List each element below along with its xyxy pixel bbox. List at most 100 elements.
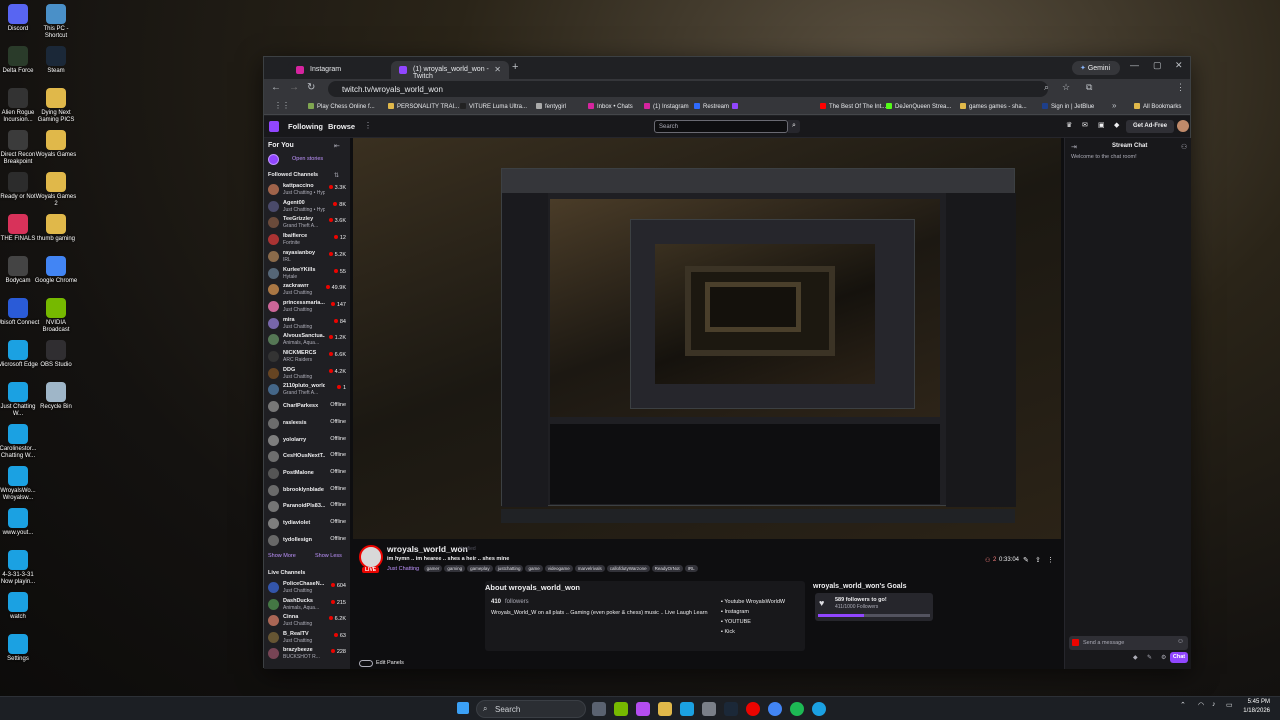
nav-browse[interactable]: Browse [328, 122, 355, 131]
bookmark-item[interactable]: VITURE Luma Ultra... [460, 103, 527, 110]
channel-name[interactable]: wroyals_world_won [387, 544, 468, 554]
category-link[interactable]: Just Chatting [387, 566, 419, 572]
edit-panels-toggle[interactable] [359, 660, 373, 667]
show-more-link[interactable]: Show More [268, 553, 296, 559]
stream-tag[interactable]: justchatting [494, 565, 524, 572]
sidebar-channel[interactable]: Ibaifierce Fortnite 12 [268, 232, 350, 248]
sidebar-channel[interactable]: PostMalone Offline [268, 466, 350, 482]
desktop-icon[interactable]: NVIDIA Broadcast [34, 298, 78, 334]
stream-tag[interactable]: gameplay [467, 565, 493, 572]
desktop-icon[interactable]: thumb gaming [34, 214, 78, 243]
spotify-icon[interactable] [790, 702, 804, 716]
open-stories[interactable]: Open stories [268, 153, 348, 167]
social-link[interactable]: ▪ Youtube WroyalsWorldW [721, 599, 785, 605]
sidebar-channel[interactable]: rasleesis Offline [268, 416, 350, 432]
tray-chevron-icon[interactable]: ⌃ [1180, 701, 1186, 709]
twitch-logo-icon[interactable] [269, 121, 279, 132]
start-icon[interactable] [457, 702, 469, 714]
bits-chat-icon[interactable]: ◆ [1133, 654, 1138, 661]
bits-icon[interactable]: ◆ [1114, 121, 1119, 129]
menu-icon[interactable]: ⋮ [1176, 82, 1185, 93]
sidebar-channel[interactable]: CesHOusNextT... Offline [268, 449, 350, 465]
search-input[interactable]: Search [654, 120, 788, 133]
emote-icon[interactable]: ☺ [1177, 638, 1184, 645]
desktop-icon[interactable]: WroyalsWo... Wroyalsw... [0, 466, 40, 502]
more-options-icon[interactable]: ⋮ [1047, 556, 1054, 564]
desktop-icon[interactable]: Woyals Games [34, 130, 78, 159]
bookmark-item[interactable] [732, 103, 741, 110]
close-icon[interactable]: ✕ [494, 65, 501, 74]
sidebar-channel[interactable]: ParanoidPls83... Offline [268, 499, 350, 515]
copilot-icon[interactable] [636, 702, 650, 716]
back-icon[interactable]: ← [271, 82, 281, 93]
sidebar-channel[interactable]: zackrawrr Just Chatting 49.9K [268, 282, 350, 298]
collapse-icon[interactable]: ⇤ [334, 142, 340, 150]
desktop-icon[interactable]: Google Chrome [34, 256, 78, 285]
battery-icon[interactable]: ▭ [1226, 701, 1233, 709]
desktop-icon[interactable]: 4-3-31-3-31 Now playin... [0, 550, 40, 586]
collapse-chat-icon[interactable]: ⇥ [1071, 143, 1077, 151]
bookmark-item[interactable]: The Best Of The Int... [820, 103, 886, 110]
file-explorer-icon[interactable] [658, 702, 672, 716]
sidebar-live-channel[interactable]: brazybeeze BUCKSHOT R... 228 [268, 646, 350, 662]
more-icon[interactable]: ⋮ [364, 121, 372, 130]
desktop-icon[interactable]: Steam [34, 46, 78, 75]
social-link[interactable]: ▪ Instagram [721, 609, 749, 615]
desktop-icon[interactable]: Dying Next Gaming PICS [34, 88, 78, 124]
sidebar-channel[interactable]: 2110pluto_world Grand Theft A... 1 [268, 382, 350, 398]
settings-icon[interactable]: ⚙ [1161, 654, 1166, 661]
chat-input[interactable]: Send a message ☺ [1069, 636, 1188, 650]
tab-twitch[interactable]: (1) wroyals_world_won - Twitch ✕ [391, 61, 509, 80]
sidebar-channel[interactable]: Agent00Just Chatting • Hype Train • Leve… [268, 199, 350, 215]
settings-app-icon[interactable] [702, 702, 716, 716]
desktop-icon[interactable]: www.yout... [0, 508, 40, 537]
tab-instagram[interactable]: Instagram ✕ [288, 61, 406, 79]
stream-tag[interactable]: videogame [544, 565, 573, 572]
stream-tag[interactable]: marvelrivals [574, 565, 605, 572]
url-field[interactable]: twitch.tv/wroyals_world_won [328, 81, 1048, 97]
sidebar-live-channel[interactable]: DashDucks Animals, Aqua... 215 [268, 597, 350, 613]
stream-tag[interactable]: gaming [444, 565, 466, 572]
social-link[interactable]: ▪ Kick [721, 629, 735, 635]
taskbar-search[interactable]: ⌕ Search [476, 700, 586, 718]
stream-tag[interactable]: callofdutyWarzone [606, 565, 650, 572]
sidebar-live-channel[interactable]: PoliceChaseN... Just Chatting 604 [268, 580, 350, 596]
sidebar-channel[interactable]: tydollesign Offline [268, 533, 350, 549]
video-player[interactable] [353, 138, 1061, 539]
user-avatar[interactable] [1177, 120, 1189, 132]
sidebar-channel[interactable]: NICKMERCS ARC Raiders 6.6K [268, 349, 350, 365]
stream-tag[interactable]: game [525, 565, 543, 572]
nav-following[interactable]: Following [288, 122, 323, 131]
share-icon[interactable]: ⇪ [1035, 556, 1041, 564]
sidebar-channel[interactable]: DDG Just Chatting 4.2K [268, 366, 350, 382]
forward-icon[interactable]: → [289, 82, 299, 93]
extensions-icon[interactable]: ⧉ [1086, 82, 1092, 93]
show-less-link[interactable]: Show Less [315, 553, 342, 559]
minimize-button[interactable]: — [1130, 60, 1139, 70]
reload-icon[interactable]: ↻ [307, 82, 315, 93]
sidebar-channel[interactable]: KurleeYKills Hytale 55 [268, 266, 350, 282]
clock-time[interactable]: 5:45 PM [1238, 699, 1270, 705]
sidebar-channel[interactable]: CharlParkesx Offline [268, 399, 350, 415]
zoom-icon[interactable]: ⌕ [1044, 82, 1049, 93]
social-link[interactable]: ▪ YOUTUBE [721, 619, 751, 625]
bookmark-item[interactable]: PERSONALITY TRAI... [388, 103, 459, 110]
sidebar-channel[interactable]: TeeGrizzley Grand Theft A... 3.6K [268, 215, 350, 231]
desktop-icon[interactable]: Recycle Bin [34, 382, 78, 411]
chrome-app-icon[interactable] [768, 702, 782, 716]
bookmark-overflow-icon[interactable]: » [1112, 101, 1116, 110]
steam-app-icon[interactable] [724, 702, 738, 716]
bookmark-item[interactable]: Restream [694, 103, 729, 110]
prime-icon[interactable]: ♛ [1066, 121, 1072, 129]
task-view-icon[interactable] [592, 702, 606, 716]
notifications-icon[interactable]: ✉ [1082, 121, 1088, 129]
gemini-button[interactable]: ✦ Gemini [1072, 61, 1120, 75]
nvidia-icon[interactable] [614, 702, 628, 716]
stream-tag[interactable]: gamer [423, 565, 443, 572]
bookmark-item[interactable]: Sign in | JetBlue [1042, 103, 1094, 110]
clock-date[interactable]: 1/18/2026 [1238, 708, 1270, 714]
sidebar-channel[interactable]: rayasianboy IRL 5.2K [268, 249, 350, 265]
whispers-icon[interactable]: ▣ [1098, 121, 1105, 129]
sidebar-channel[interactable]: tydiaviolet Offline [268, 516, 350, 532]
search-icon[interactable]: ⌕ [788, 120, 800, 133]
